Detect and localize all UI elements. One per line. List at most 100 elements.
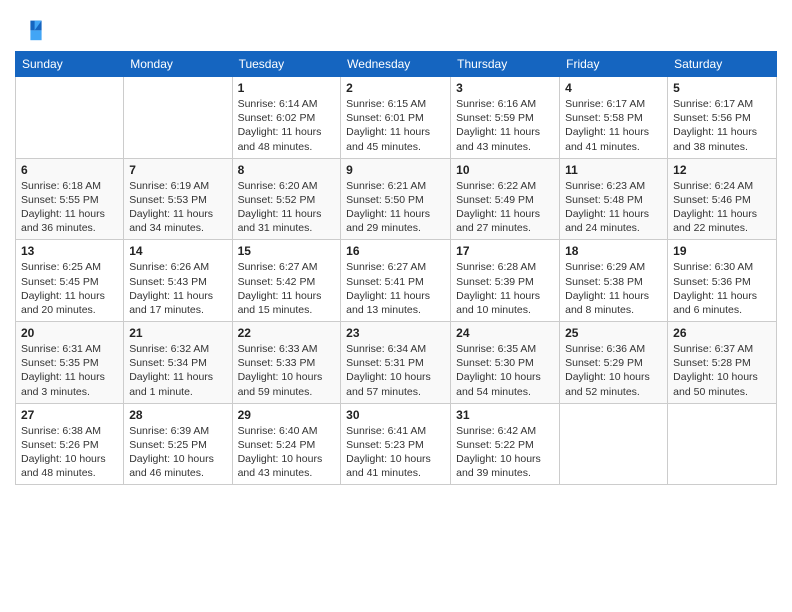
calendar-cell [668,403,777,485]
calendar-cell: 4 Sunrise: 6:17 AM Sunset: 5:58 PM Daylig… [560,77,668,159]
day-number: 3 [456,81,554,95]
day-info: Sunrise: 6:32 AM Sunset: 5:34 PM Dayligh… [129,342,226,399]
day-number: 24 [456,326,554,340]
calendar-cell: 11 Sunrise: 6:23 AM Sunset: 5:48 PM Dayli… [560,158,668,240]
header [15,10,777,43]
calendar-cell: 9 Sunrise: 6:21 AM Sunset: 5:50 PM Daylig… [341,158,451,240]
day-info: Sunrise: 6:20 AM Sunset: 5:52 PM Dayligh… [238,179,336,236]
day-info: Sunrise: 6:24 AM Sunset: 5:46 PM Dayligh… [673,179,771,236]
day-number: 2 [346,81,445,95]
calendar-cell: 25 Sunrise: 6:36 AM Sunset: 5:29 PM Dayli… [560,322,668,404]
day-info: Sunrise: 6:37 AM Sunset: 5:28 PM Dayligh… [673,342,771,399]
day-number: 8 [238,163,336,177]
day-number: 14 [129,244,226,258]
day-number: 5 [673,81,771,95]
day-info: Sunrise: 6:36 AM Sunset: 5:29 PM Dayligh… [565,342,662,399]
day-number: 23 [346,326,445,340]
calendar-cell: 14 Sunrise: 6:26 AM Sunset: 5:43 PM Dayli… [124,240,232,322]
calendar-cell: 26 Sunrise: 6:37 AM Sunset: 5:28 PM Dayli… [668,322,777,404]
day-number: 17 [456,244,554,258]
day-number: 11 [565,163,662,177]
day-info: Sunrise: 6:17 AM Sunset: 5:58 PM Dayligh… [565,97,662,154]
day-number: 16 [346,244,445,258]
calendar-cell: 19Sunrise: 6:30 AM Sunset: 5:36 PM Dayli… [668,240,777,322]
calendar-cell: 8 Sunrise: 6:20 AM Sunset: 5:52 PM Daylig… [232,158,341,240]
day-number: 7 [129,163,226,177]
day-number: 25 [565,326,662,340]
calendar-cell: 28Sunrise: 6:39 AM Sunset: 5:25 PM Dayli… [124,403,232,485]
day-number: 12 [673,163,771,177]
calendar-cell: 10Sunrise: 6:22 AM Sunset: 5:49 PM Dayli… [451,158,560,240]
calendar-cell: 13 Sunrise: 6:25 AM Sunset: 5:45 PM Dayli… [16,240,124,322]
day-number: 19 [673,244,771,258]
logo [15,15,47,43]
calendar-cell: 6Sunrise: 6:18 AM Sunset: 5:55 PM Daylig… [16,158,124,240]
day-info: Sunrise: 6:29 AM Sunset: 5:38 PM Dayligh… [565,260,662,317]
logo-icon [15,15,43,43]
calendar-cell: 17 Sunrise: 6:28 AM Sunset: 5:39 PM Dayli… [451,240,560,322]
day-number: 4 [565,81,662,95]
day-info: Sunrise: 6:25 AM Sunset: 5:45 PM Dayligh… [21,260,118,317]
day-info: Sunrise: 6:21 AM Sunset: 5:50 PM Dayligh… [346,179,445,236]
day-number: 1 [238,81,336,95]
day-number: 20 [21,326,118,340]
day-info: Sunrise: 6:22 AM Sunset: 5:49 PM Dayligh… [456,179,554,236]
calendar-cell [124,77,232,159]
day-info: Sunrise: 6:42 AM Sunset: 5:22 PM Dayligh… [456,424,554,481]
calendar-cell: 21 Sunrise: 6:32 AM Sunset: 5:34 PM Dayli… [124,322,232,404]
calendar-cell: 22Sunrise: 6:33 AM Sunset: 5:33 PM Dayli… [232,322,341,404]
calendar-cell: 5Sunrise: 6:17 AM Sunset: 5:56 PM Daylig… [668,77,777,159]
day-info: Sunrise: 6:14 AM Sunset: 6:02 PM Dayligh… [238,97,336,154]
day-info: Sunrise: 6:40 AM Sunset: 5:24 PM Dayligh… [238,424,336,481]
calendar-cell: 2 Sunrise: 6:15 AM Sunset: 6:01 PM Daylig… [341,77,451,159]
calendar-cell: 15 Sunrise: 6:27 AM Sunset: 5:42 PM Dayli… [232,240,341,322]
calendar-cell: 30Sunrise: 6:41 AM Sunset: 5:23 PM Dayli… [341,403,451,485]
day-info: Sunrise: 6:27 AM Sunset: 5:42 PM Dayligh… [238,260,336,317]
calendar-cell: 23 Sunrise: 6:34 AM Sunset: 5:31 PM Dayli… [341,322,451,404]
day-number: 13 [21,244,118,258]
day-header-saturday: Saturday [668,52,777,77]
calendar-cell: 29 Sunrise: 6:40 AM Sunset: 5:24 PM Dayli… [232,403,341,485]
day-header-friday: Friday [560,52,668,77]
day-number: 26 [673,326,771,340]
day-info: Sunrise: 6:26 AM Sunset: 5:43 PM Dayligh… [129,260,226,317]
day-header-wednesday: Wednesday [341,52,451,77]
day-info: Sunrise: 6:33 AM Sunset: 5:33 PM Dayligh… [238,342,336,399]
calendar-cell: 1 Sunrise: 6:14 AM Sunset: 6:02 PM Daylig… [232,77,341,159]
day-number: 9 [346,163,445,177]
day-number: 21 [129,326,226,340]
day-number: 31 [456,408,554,422]
day-info: Sunrise: 6:35 AM Sunset: 5:30 PM Dayligh… [456,342,554,399]
calendar-week-row: 13 Sunrise: 6:25 AM Sunset: 5:45 PM Dayli… [16,240,777,322]
day-number: 29 [238,408,336,422]
calendar-week-row: 6Sunrise: 6:18 AM Sunset: 5:55 PM Daylig… [16,158,777,240]
calendar-week-row: 27 Sunrise: 6:38 AM Sunset: 5:26 PM Dayli… [16,403,777,485]
day-info: Sunrise: 6:28 AM Sunset: 5:39 PM Dayligh… [456,260,554,317]
day-number: 15 [238,244,336,258]
calendar-cell: 31 Sunrise: 6:42 AM Sunset: 5:22 PM Dayli… [451,403,560,485]
day-info: Sunrise: 6:34 AM Sunset: 5:31 PM Dayligh… [346,342,445,399]
calendar-week-row: 20 Sunrise: 6:31 AM Sunset: 5:35 PM Dayli… [16,322,777,404]
day-number: 28 [129,408,226,422]
calendar-week-row: 1 Sunrise: 6:14 AM Sunset: 6:02 PM Daylig… [16,77,777,159]
day-info: Sunrise: 6:15 AM Sunset: 6:01 PM Dayligh… [346,97,445,154]
day-info: Sunrise: 6:27 AM Sunset: 5:41 PM Dayligh… [346,260,445,317]
day-info: Sunrise: 6:19 AM Sunset: 5:53 PM Dayligh… [129,179,226,236]
calendar-cell: 12 Sunrise: 6:24 AM Sunset: 5:46 PM Dayli… [668,158,777,240]
calendar-cell [16,77,124,159]
calendar-cell: 24 Sunrise: 6:35 AM Sunset: 5:30 PM Dayli… [451,322,560,404]
day-info: Sunrise: 6:38 AM Sunset: 5:26 PM Dayligh… [21,424,118,481]
day-info: Sunrise: 6:23 AM Sunset: 5:48 PM Dayligh… [565,179,662,236]
calendar-cell: 27 Sunrise: 6:38 AM Sunset: 5:26 PM Dayli… [16,403,124,485]
day-info: Sunrise: 6:16 AM Sunset: 5:59 PM Dayligh… [456,97,554,154]
day-number: 27 [21,408,118,422]
calendar-cell: 18Sunrise: 6:29 AM Sunset: 5:38 PM Dayli… [560,240,668,322]
day-number: 6 [21,163,118,177]
day-info: Sunrise: 6:41 AM Sunset: 5:23 PM Dayligh… [346,424,445,481]
calendar-cell: 20 Sunrise: 6:31 AM Sunset: 5:35 PM Dayli… [16,322,124,404]
calendar-header-row: SundayMondayTuesdayWednesdayThursdayFrid… [16,52,777,77]
calendar-cell: 7 Sunrise: 6:19 AM Sunset: 5:53 PM Daylig… [124,158,232,240]
day-header-sunday: Sunday [16,52,124,77]
day-header-tuesday: Tuesday [232,52,341,77]
day-info: Sunrise: 6:31 AM Sunset: 5:35 PM Dayligh… [21,342,118,399]
